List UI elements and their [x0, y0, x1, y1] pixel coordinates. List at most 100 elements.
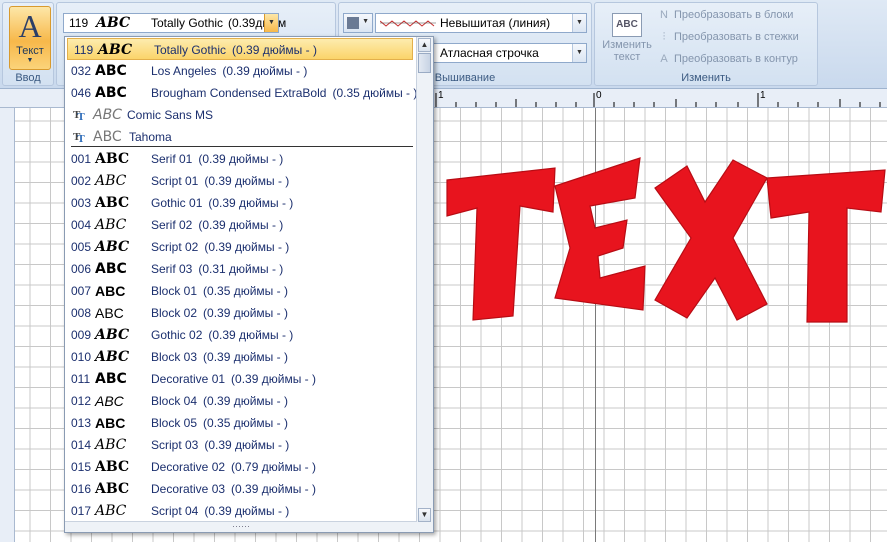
font-list-item[interactable]: 007 ABC Block 01 (0.35 дюймы - ) — [65, 280, 417, 302]
font-preview: ABC — [95, 415, 126, 431]
font-list-item[interactable]: 015 ABC Decorative 02 (0.79 дюймы - ) — [65, 456, 417, 478]
line-color-button[interactable]: ▼ — [343, 13, 373, 33]
vertical-ruler — [0, 108, 15, 542]
font-list-item[interactable]: TT ABC Tahoma — [65, 126, 417, 148]
font-number: 008 — [71, 306, 92, 320]
font-label: Block 01 (0.35 дюймы - ) — [151, 280, 288, 302]
font-list-item[interactable]: 006 ABC Serif 03 (0.31 дюймы - ) — [65, 258, 417, 280]
font-list-item[interactable]: 001 ABC Serif 01 (0.39 дюймы - ) — [65, 148, 417, 170]
font-list-item[interactable]: TT ABC Comic Sans MS — [65, 104, 417, 126]
font-list-item[interactable]: 003 ABC Gothic 01 (0.39 дюймы - ) — [65, 192, 417, 214]
edit-text-label-2: текст — [613, 51, 641, 63]
font-list-item[interactable]: 004 ABC Serif 02 (0.39 дюймы - ) — [65, 214, 417, 236]
font-size: (0.79 дюймы - ) — [231, 460, 316, 474]
chevron-down-icon[interactable]: ▼ — [572, 14, 586, 32]
text-tool-button[interactable]: A Текст ▼ — [9, 6, 51, 70]
font-list-item[interactable]: 002 ABC Script 01 (0.39 дюймы - ) — [65, 170, 417, 192]
scroll-up-icon[interactable]: ▲ — [418, 38, 431, 52]
font-size: (0.39 дюймы - ) — [204, 240, 290, 254]
font-list-item[interactable]: 009 ABC Gothic 02 (0.39 дюймы - ) — [65, 324, 417, 346]
font-list-item[interactable]: 010 ABC Block 03 (0.39 дюймы - ) — [65, 346, 417, 368]
blocks-icon: N — [660, 9, 668, 21]
font-number: 011 — [71, 372, 91, 386]
font-number: 005 — [71, 240, 92, 254]
font-label: Los Angeles (0.39 дюймы - ) — [151, 60, 307, 82]
font-name: Script 02 — [151, 240, 199, 254]
font-combo-preview: ABC — [96, 15, 131, 31]
font-list-item[interactable]: 046 ABC Brougham Condensed ExtraBold (0.35 … — [65, 82, 417, 104]
font-preview: ABC — [93, 107, 122, 123]
font-list-item[interactable]: 013 ABC Block 05 (0.35 дюймы - ) — [65, 412, 417, 434]
font-size: (0.39 дюймы - ) — [231, 372, 316, 386]
font-number: 010 — [71, 350, 92, 364]
convert-to-stitches-button[interactable]: ⫶ Преобразовать в стежки — [657, 31, 799, 44]
resize-grip[interactable]: ⋯⋯ — [65, 521, 417, 532]
font-list-item[interactable]: 012 ABC Block 04 (0.39 дюймы - ) — [65, 390, 417, 412]
font-size: (0.39 дюймы - ) — [203, 350, 288, 364]
chevron-down-icon: ▼ — [362, 18, 369, 25]
color-swatch-icon — [347, 17, 359, 29]
font-name: Script 01 — [151, 174, 199, 188]
font-name: Gothic 01 — [151, 196, 203, 210]
input-group-label: Ввод — [15, 72, 41, 84]
font-list-item[interactable]: 017 ABC Script 04 (0.39 дюймы - ) — [65, 500, 417, 522]
font-label: Decorative 03 (0.39 дюймы - ) — [151, 478, 316, 500]
font-label: Serif 03 (0.31 дюймы - ) — [151, 258, 283, 280]
scroll-down-icon[interactable]: ▼ — [418, 508, 431, 522]
font-label: Block 03 (0.39 дюймы - ) — [151, 346, 288, 368]
font-size: (0.39 дюймы - ) — [208, 328, 294, 342]
font-preview: ABC — [95, 239, 130, 255]
convert-to-blocks-button[interactable]: N Преобразовать в блоки — [657, 9, 793, 21]
font-number: 015 — [71, 460, 92, 474]
font-preview: ABC — [95, 85, 127, 101]
font-combo[interactable]: 119 ABC Totally Gothic (0.39дюйм ▼ — [63, 13, 286, 33]
edit-text-button[interactable]: ABC Изменить текст — [599, 9, 655, 71]
font-label: Gothic 01 (0.39 дюймы - ) — [151, 192, 293, 214]
font-list-item[interactable]: 005 ABC Script 02 (0.39 дюймы - ) — [65, 236, 417, 258]
font-label: Brougham Condensed ExtraBold (0.35 дюймы … — [151, 82, 417, 104]
convert-to-outline-label: Преобразовать в контур — [674, 53, 798, 65]
line-type-combo[interactable]: Невышитая (линия) ▼ — [375, 13, 587, 33]
font-name: Script 03 — [151, 438, 199, 452]
font-number: 003 — [71, 196, 92, 210]
scrollbar[interactable]: ▲ ▼ — [416, 37, 433, 532]
font-size: (0.31 дюймы - ) — [198, 262, 284, 276]
font-dropdown-list[interactable]: 119 ABC Totally Gothic (0.39 дюймы - ) 032 AB… — [64, 36, 434, 533]
font-name: Serif 01 — [151, 152, 193, 166]
line-type-value: Невышитая (линия) — [440, 16, 551, 30]
font-size: (0.39 дюймы - ) — [222, 64, 308, 78]
convert-to-outline-button[interactable]: A Преобразовать в контур — [657, 53, 798, 65]
font-name: Brougham Condensed ExtraBold — [151, 86, 327, 100]
font-list-item[interactable]: 011 ABC Decorative 01 (0.39 дюймы - ) — [65, 368, 417, 390]
font-preview: ABC — [95, 173, 127, 189]
font-size: (0.39 дюймы - ) — [208, 196, 294, 210]
font-label: Block 04 (0.39 дюймы - ) — [151, 390, 288, 412]
font-name: Decorative 02 — [151, 460, 226, 474]
modify-group-label: Изменить — [681, 72, 731, 84]
edit-text-icon: ABC — [612, 13, 642, 37]
font-label: Script 03 (0.39 дюймы - ) — [151, 434, 289, 456]
font-name: Serif 03 — [151, 262, 193, 276]
font-list-item[interactable]: 014 ABC Script 03 (0.39 дюймы - ) — [65, 434, 417, 456]
font-size: (0.39 дюймы - ) — [203, 394, 288, 408]
font-list-item[interactable]: 119 ABC Totally Gothic (0.39 дюймы - ) — [67, 38, 413, 60]
font-list-item[interactable]: 032 ABC Los Angeles (0.39 дюймы - ) — [65, 60, 417, 82]
font-number: 009 — [71, 328, 92, 342]
font-list-item[interactable]: 016 ABC Decorative 03 (0.39 дюймы - ) — [65, 478, 417, 500]
chevron-down-icon[interactable]: ▼ — [572, 44, 586, 62]
font-name: Script 04 — [151, 504, 199, 518]
font-preview: ABC — [95, 327, 130, 343]
font-list-item[interactable]: 008 ABC Block 02 (0.39 дюймы - ) — [65, 302, 417, 324]
chevron-down-icon[interactable]: ▼ — [264, 14, 278, 32]
scroll-thumb[interactable] — [418, 53, 431, 73]
font-preview: ABC — [95, 437, 127, 453]
zigzag-line-icon — [380, 20, 436, 27]
font-label: Serif 01 (0.39 дюймы - ) — [151, 148, 283, 170]
font-name: Tahoma — [129, 130, 172, 144]
font-label: Gothic 02 (0.39 дюймы - ) — [151, 324, 293, 346]
font-label: Serif 02 (0.39 дюймы - ) — [151, 214, 283, 236]
font-name: Gothic 02 — [151, 328, 203, 342]
font-name: Decorative 03 — [151, 482, 226, 496]
font-preview: ABC — [95, 349, 130, 365]
font-preview: ABC — [95, 217, 127, 233]
